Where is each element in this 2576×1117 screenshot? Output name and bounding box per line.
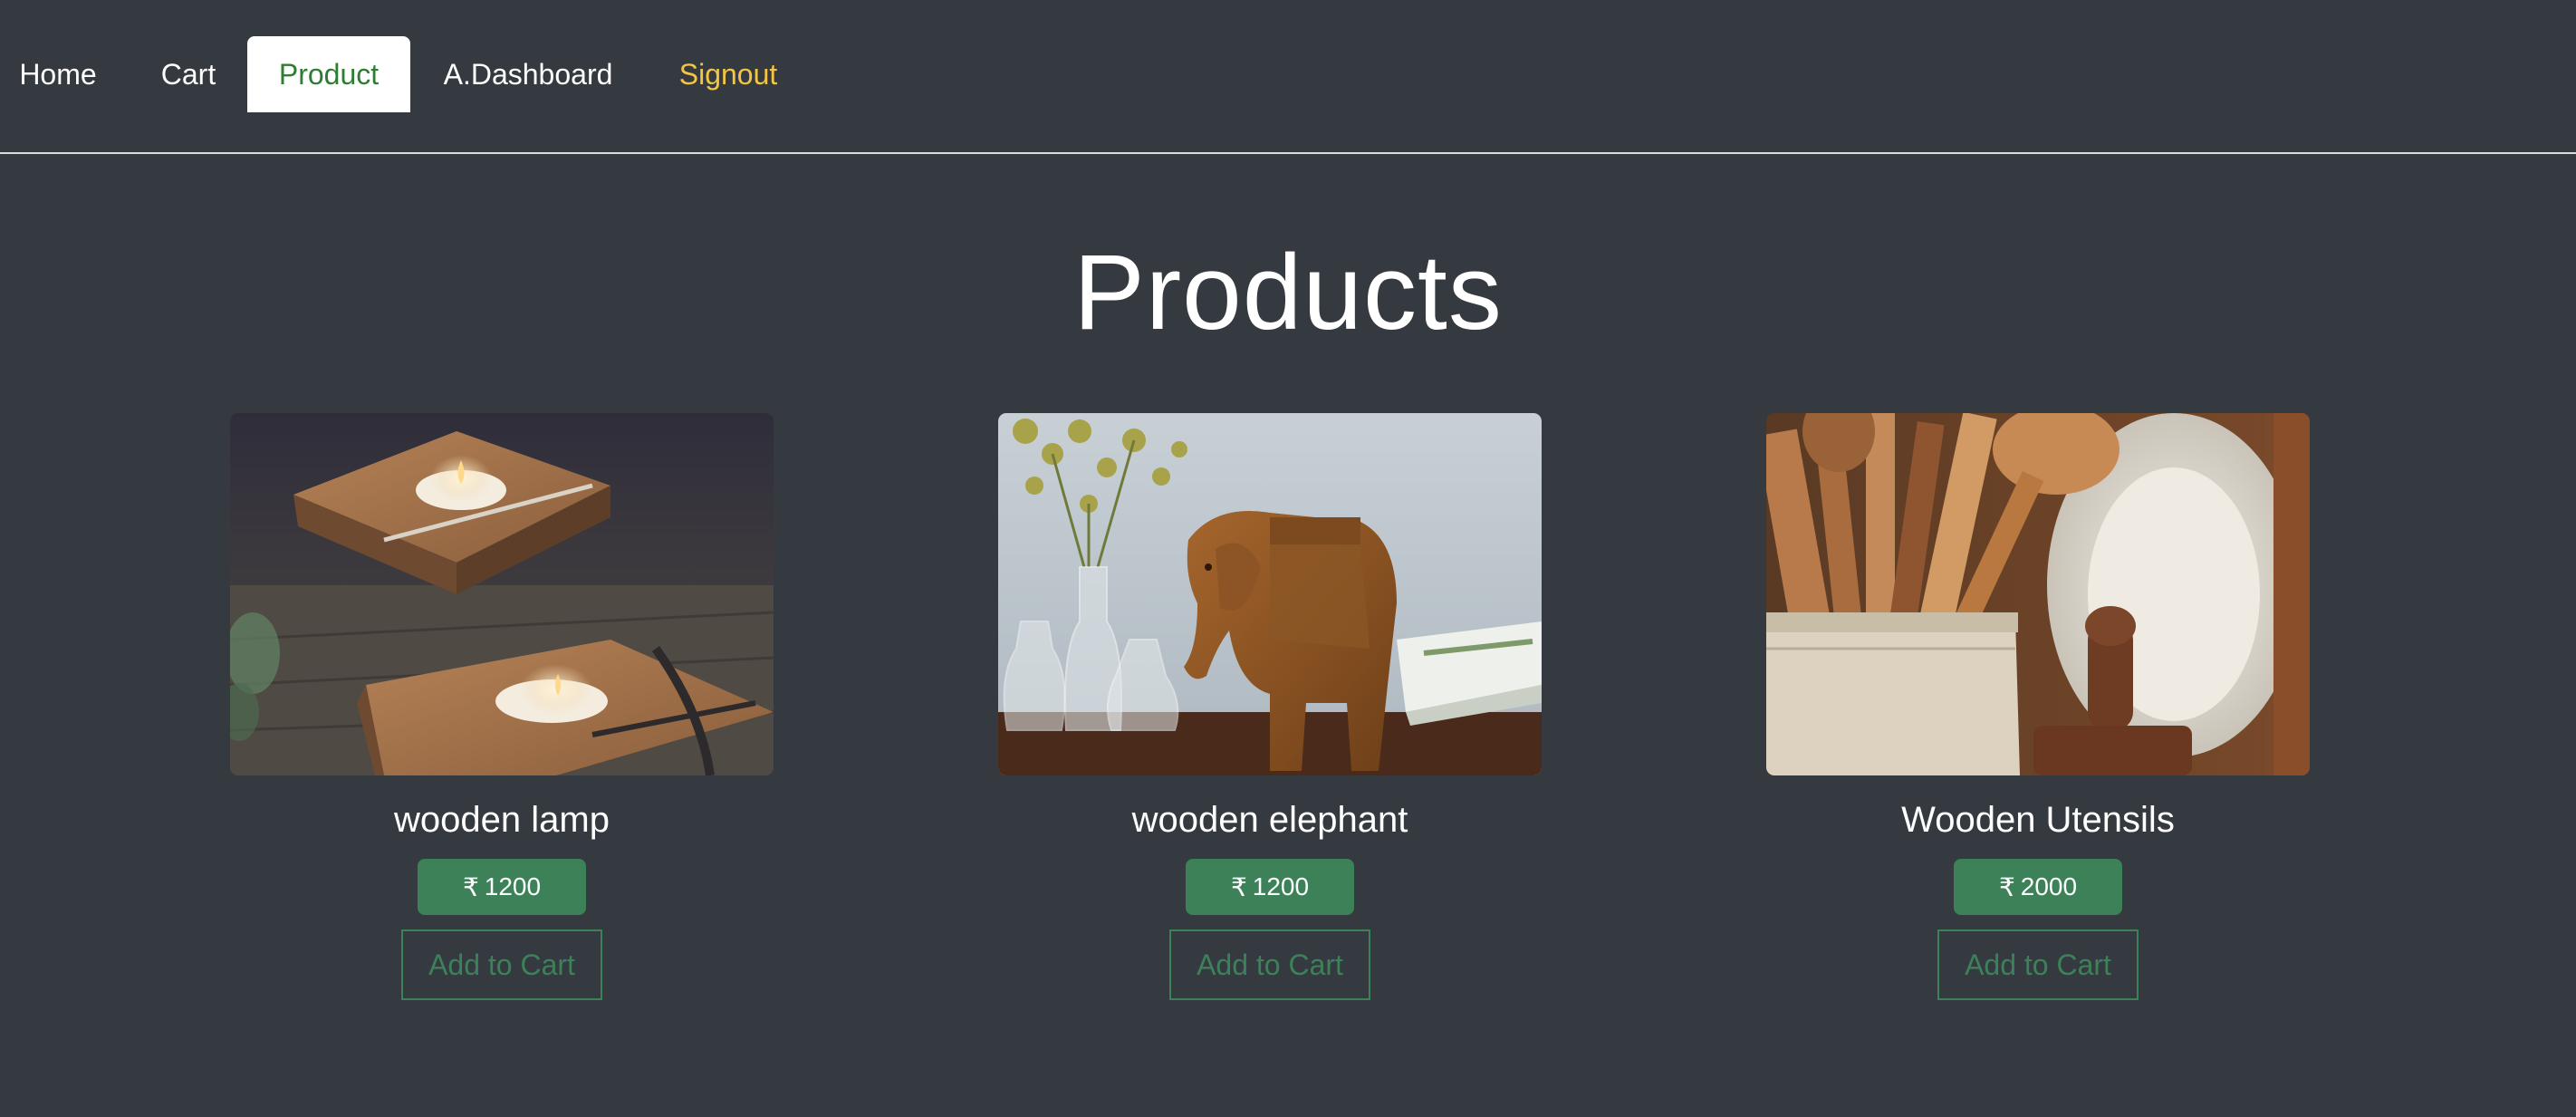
add-to-cart-button[interactable]: Add to Cart: [1937, 929, 2139, 1000]
price-badge: ₹ 1200: [418, 859, 586, 915]
product-name: wooden elephant: [1131, 800, 1408, 840]
wooden-utensils-image: [1766, 413, 2310, 775]
nav-signout-link[interactable]: Signout: [659, 36, 797, 112]
product-card: wooden elephant ₹ 1200 Add to Cart: [998, 413, 1542, 1000]
rupee-icon: ₹: [462, 872, 479, 901]
nav-product-link[interactable]: Product: [247, 36, 410, 112]
wooden-lamp-image: [230, 413, 774, 775]
nav-dashboard-link[interactable]: A.Dashboard: [426, 36, 630, 112]
product-card: Wooden Utensils ₹ 2000 Add to Cart: [1766, 413, 2310, 1000]
nav-cart-link[interactable]: Cart: [143, 36, 234, 112]
wooden-elephant-image: [998, 413, 1542, 775]
product-card: wooden lamp ₹ 1200 Add to Cart: [230, 413, 774, 1000]
add-to-cart-button[interactable]: Add to Cart: [1169, 929, 1370, 1000]
product-name: Wooden Utensils: [1901, 800, 2175, 840]
nav-home-link[interactable]: Home: [0, 36, 116, 112]
price-value: 1200: [484, 872, 542, 900]
rupee-icon: ₹: [1998, 872, 2015, 901]
product-name: wooden lamp: [394, 800, 610, 840]
rupee-icon: ₹: [1230, 872, 1247, 901]
price-value: 1200: [1252, 872, 1310, 900]
price-badge: ₹ 1200: [1186, 859, 1354, 915]
page-title: Products: [1073, 233, 1503, 352]
add-to-cart-button[interactable]: Add to Cart: [401, 929, 602, 1000]
top-navbar: Home Cart Product A.Dashboard Signout: [0, 0, 2576, 154]
price-badge: ₹ 2000: [1954, 859, 2122, 915]
price-value: 2000: [2020, 872, 2078, 900]
